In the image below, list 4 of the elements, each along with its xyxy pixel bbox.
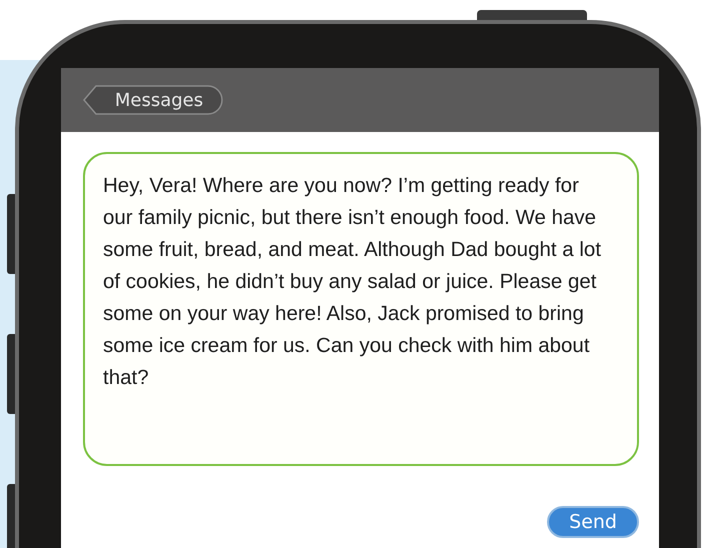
message-text: Hey, Vera! Where are you now? I’m getting ready for our family picnic, but there isn’t enough food. We have some fruit, bread, and meat. Although Dad bought a lot of cookies, he didn’t buy any salad or juice. Please get some on your way here! Also, Jack promised to bring some ice cream for us. Can you check with him about that?: [103, 173, 602, 391]
phone-side-key: [7, 484, 15, 548]
send-button[interactable]: Send: [547, 506, 639, 538]
back-button[interactable]: Messages: [83, 85, 223, 115]
